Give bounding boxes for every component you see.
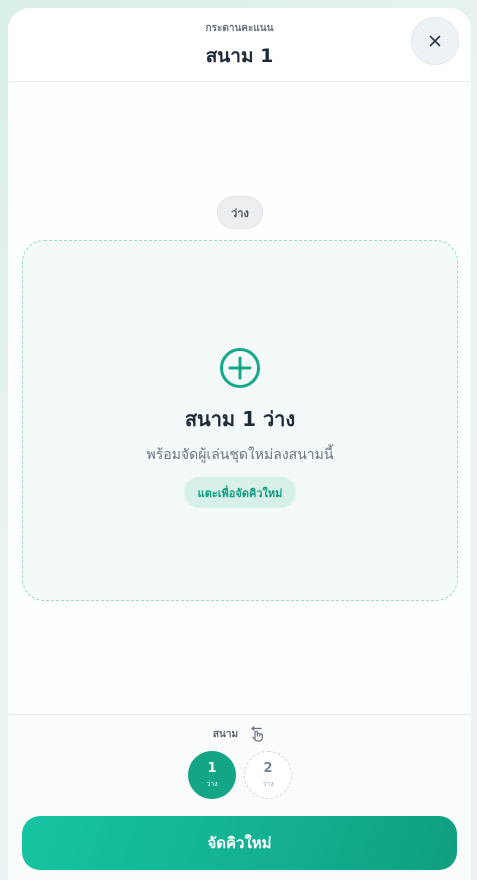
page-title: สนาม 1 xyxy=(205,45,274,67)
header: กระดานคะแนน สนาม 1 xyxy=(8,8,471,82)
court-button-1[interactable]: 1 ว่าง xyxy=(188,751,236,799)
court-status: ว่าง xyxy=(206,779,218,788)
new-queue-button[interactable]: จัดคิวใหม่ xyxy=(22,816,457,870)
tap-to-queue-chip[interactable]: แตะเพื่อจัดคิวใหม่ xyxy=(184,477,296,508)
swipe-hand-icon xyxy=(251,726,263,742)
court-button-2[interactable]: 2 ว่าง xyxy=(244,751,292,799)
court-selector-label-row: สนาม xyxy=(8,725,471,743)
court-card-title: สนาม 1 ว่าง xyxy=(184,407,296,431)
header-subtitle: กระดานคะแนน xyxy=(205,23,274,34)
close-button[interactable] xyxy=(411,17,459,65)
court-card-description: พร้อมจัดผู้เล่นชุดใหม่ลงสนามนี้ xyxy=(146,447,334,463)
court-selector-label: สนาม xyxy=(212,728,239,740)
court-number: 2 xyxy=(263,760,273,776)
plus-circle-icon xyxy=(220,348,260,388)
court-number: 1 xyxy=(207,760,217,776)
empty-court-card[interactable]: สนาม 1 ว่าง พร้อมจัดผู้เล่นชุดใหม่ลงสนาม… xyxy=(22,240,458,601)
status-badge: ว่าง xyxy=(217,196,263,229)
footer: สนาม 1 ว่าง 2 ว่าง จัดคิวใหม่ xyxy=(8,714,471,880)
scoreboard-sheet: กระดานคะแนน สนาม 1 ว่าง สนาม 1 ว่าง พร้อ… xyxy=(8,8,471,880)
close-icon xyxy=(429,35,441,47)
court-status: ว่าง xyxy=(262,779,274,788)
